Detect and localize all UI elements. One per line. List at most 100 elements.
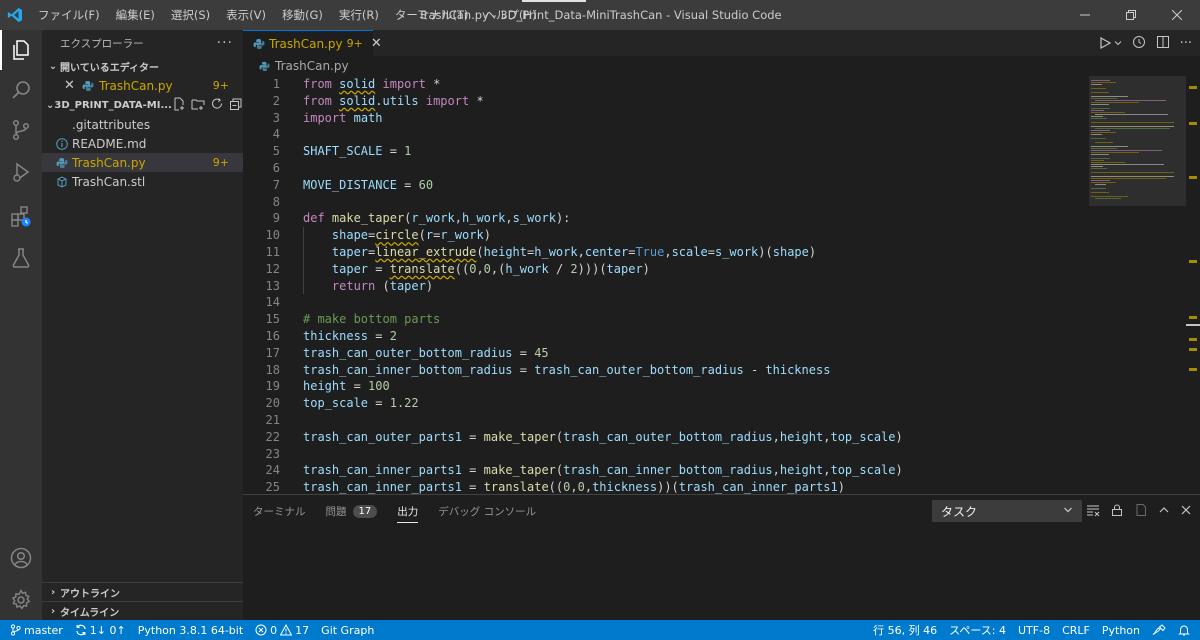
code-line[interactable]: 19 height = 100 — [243, 378, 1083, 395]
code-editor[interactable]: 1 from solid import * 2 from solid.utils im… — [243, 76, 1200, 494]
line-number: 7 — [272, 177, 280, 192]
collapse-all-icon[interactable] — [229, 97, 243, 114]
tab-terminal[interactable]: ターミナル — [253, 495, 306, 528]
source-control-icon[interactable] — [0, 110, 42, 150]
git-sync-status[interactable]: 1↓ 0↑ — [69, 620, 132, 640]
breadcrumb-file[interactable]: TrashCan.py — [275, 59, 349, 73]
menu-selection[interactable]: 選択(S) — [163, 0, 218, 30]
account-icon[interactable] — [0, 538, 42, 578]
search-icon[interactable] — [0, 70, 42, 110]
problems-status[interactable]: 0 17 — [249, 620, 315, 640]
output-channel-select[interactable]: タスク — [932, 500, 1082, 522]
tab-debug-console[interactable]: デバッグ コンソール — [438, 495, 536, 528]
file-item-readme[interactable]: README.md — [42, 134, 243, 153]
info-icon — [56, 137, 68, 150]
more-actions-icon[interactable]: ··· — [217, 35, 233, 51]
code-line[interactable]: 15 # make bottom parts — [243, 311, 1083, 328]
code-line[interactable]: 23 — [243, 446, 1083, 463]
code-line[interactable]: 7 MOVE_DISTANCE = 60 — [243, 177, 1083, 194]
window-title: TrashCan.py - 3D_Print_Data-MiniTrashCan… — [418, 8, 782, 22]
git-graph-button[interactable]: Git Graph — [315, 620, 380, 640]
encoding-status[interactable]: UTF-8 — [1012, 620, 1056, 640]
menu-go[interactable]: 移動(G) — [274, 0, 331, 30]
cursor-position[interactable]: 行 56, 列 46 — [867, 620, 943, 640]
open-log-icon[interactable] — [1134, 503, 1148, 520]
code-line[interactable]: 6 — [243, 160, 1083, 177]
code-text: from solid.utils import * — [303, 93, 484, 108]
menu-edit[interactable]: 編集(E) — [108, 0, 163, 30]
settings-gear-icon[interactable] — [0, 580, 42, 620]
testing-flask-icon[interactable] — [0, 238, 42, 278]
code-line[interactable]: 14 — [243, 294, 1083, 311]
minimap-line — [1091, 180, 1110, 181]
code-line[interactable]: 22 trash_can_outer_parts1 = make_taper(tr… — [243, 429, 1083, 446]
tab-trashcan-py[interactable]: TrashCan.py 9+ ✕ — [243, 30, 382, 56]
code-line[interactable]: 12 taper = translate((0,0,(h_work / 2)))… — [243, 261, 1083, 278]
feedback-icon[interactable] — [1146, 620, 1172, 640]
code-line[interactable]: 10 shape=circle(r=r_work) — [243, 227, 1083, 244]
code-line[interactable]: 11 taper=linear_extrude(height=h_work,ce… — [243, 244, 1083, 261]
workspace-folder-header[interactable]: ⌄ 3D_PRINT_DATA-MI... — [42, 95, 243, 115]
python-interpreter[interactable]: Python 3.8.1 64-bit — [132, 620, 249, 640]
code-line[interactable]: 4 — [243, 126, 1083, 143]
code-line[interactable]: 17 trash_can_outer_bottom_radius = 45 — [243, 345, 1083, 362]
close-tab-icon[interactable]: ✕ — [371, 36, 382, 51]
file-item-trashcan-py[interactable]: TrashCan.py 9+ — [42, 153, 243, 172]
menu-file[interactable]: ファイル(F) — [30, 0, 108, 30]
code-line[interactable]: 5 SHAFT_SCALE = 1 — [243, 143, 1083, 160]
code-line[interactable]: 18 trash_can_inner_bottom_radius = trash_… — [243, 362, 1083, 379]
code-line[interactable]: 24 trash_can_inner_parts1 = make_taper(tr… — [243, 462, 1083, 479]
timeline-section[interactable]: › タイムライン — [42, 601, 243, 620]
close-panel-icon[interactable] — [1180, 504, 1192, 519]
vertical-scrollbar[interactable] — [1186, 76, 1200, 494]
minimap-line — [1091, 160, 1104, 161]
tab-problems[interactable]: 問題 17 — [326, 495, 378, 528]
lock-scroll-icon[interactable] — [1110, 503, 1124, 520]
new-file-icon[interactable] — [172, 97, 186, 114]
minimap-line — [1091, 116, 1103, 117]
minimize-button[interactable] — [1062, 0, 1108, 30]
maximize-panel-icon[interactable] — [1158, 504, 1170, 519]
code-line[interactable]: 13 return (taper) — [243, 278, 1083, 295]
code-line[interactable]: 21 — [243, 412, 1083, 429]
line-number: 18 — [265, 362, 280, 377]
refresh-icon[interactable] — [210, 97, 224, 114]
code-line[interactable]: 8 — [243, 194, 1083, 211]
file-item-trashcan-stl[interactable]: TrashCan.stl — [42, 172, 243, 191]
code-text: trash_can_outer_bottom_radius = 45 — [303, 345, 549, 360]
minimap-line — [1095, 114, 1168, 115]
run-file-button[interactable] — [1098, 36, 1122, 50]
minimap[interactable] — [1089, 76, 1189, 494]
run-debug-icon[interactable] — [0, 152, 42, 192]
menu-view[interactable]: 表示(V) — [218, 0, 274, 30]
language-mode[interactable]: Python — [1096, 620, 1146, 640]
open-editor-item[interactable]: ✕ TrashCan.py 9+ — [42, 76, 243, 95]
close-editor-icon[interactable]: ✕ — [64, 78, 78, 93]
code-line[interactable]: 20 top_scale = 1.22 — [243, 395, 1083, 412]
eol-status[interactable]: CRLF — [1056, 620, 1096, 640]
code-line[interactable]: 9 def make_taper(r_work,h_work,s_work): — [243, 210, 1083, 227]
code-line[interactable]: 2 from solid.utils import * — [243, 93, 1083, 110]
split-editor-icon[interactable] — [1156, 35, 1170, 52]
more-actions-icon[interactable]: ··· — [1180, 36, 1192, 51]
tab-output[interactable]: 出力 — [397, 495, 419, 528]
minimap-line — [1091, 188, 1106, 189]
code-line[interactable]: 16 thickness = 2 — [243, 328, 1083, 345]
restore-button[interactable] — [1108, 0, 1154, 30]
notifications-bell-icon[interactable] — [1172, 620, 1200, 640]
code-line[interactable]: 3 import math — [243, 110, 1083, 127]
timeline-history-icon[interactable] — [1132, 35, 1146, 52]
menu-run[interactable]: 実行(R) — [331, 0, 387, 30]
extensions-icon[interactable] — [0, 196, 42, 236]
new-folder-icon[interactable] — [191, 97, 205, 114]
clear-output-icon[interactable] — [1086, 503, 1100, 520]
code-line[interactable]: 1 from solid import * — [243, 76, 1083, 93]
open-editors-header[interactable]: ⌄ 開いているエディター — [42, 56, 243, 76]
indentation-status[interactable]: スペース: 4 — [943, 620, 1012, 640]
code-line[interactable]: 25 trash_can_inner_parts1 = translate((0,… — [243, 479, 1083, 494]
close-window-button[interactable] — [1154, 0, 1200, 30]
file-item-gitattributes[interactable]: .gitattributes — [42, 115, 243, 134]
git-branch-status[interactable]: master — [0, 620, 69, 640]
outline-section[interactable]: › アウトライン — [42, 582, 243, 601]
explorer-icon[interactable] — [0, 30, 42, 70]
